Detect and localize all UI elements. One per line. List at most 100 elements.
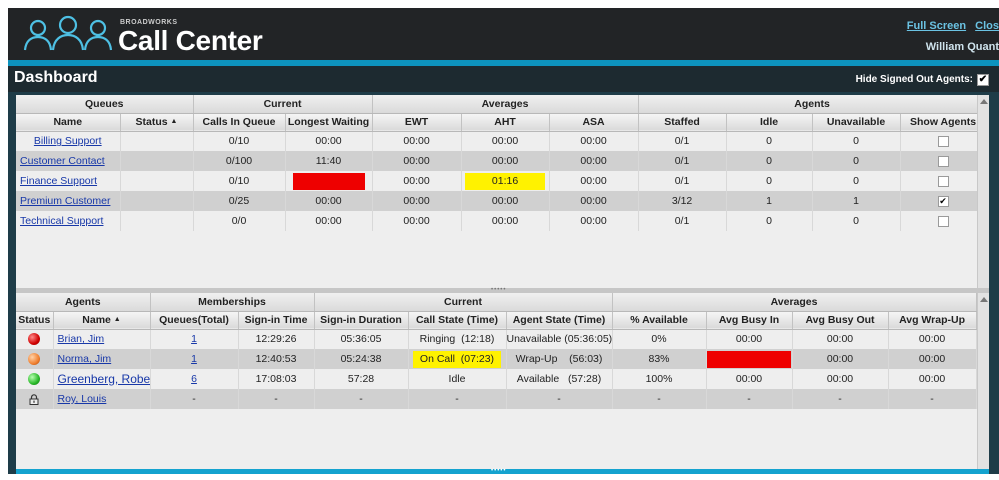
column-header-name[interactable]: Name ▲ <box>53 311 151 330</box>
table-row[interactable]: Greenberg, Robert 6 17:08:03 57:28 Idle … <box>16 369 977 389</box>
hide-signed-out-checkbox[interactable]: ✔ <box>977 74 989 86</box>
agent-state-cell: Wrap-Up (56:03) <box>506 349 613 369</box>
call-state-warning: On Call (07:23) <box>413 350 501 368</box>
column-header-sign-in-duration[interactable]: Sign-in Duration <box>314 311 409 330</box>
queue-link[interactable]: Finance Support <box>20 175 97 187</box>
column-header-longest-waiting[interactable]: Longest Waiting <box>285 113 373 132</box>
column-header-avg-wrap-up[interactable]: Avg Wrap-Up <box>888 311 977 330</box>
call-state-time: (12:18) <box>461 333 495 346</box>
table-row[interactable]: Billing Support 0/10 00:00 00:00 00:00 0… <box>16 131 987 151</box>
table-row[interactable]: Finance Support 0/10 04:10 00:00 01:16 0… <box>16 171 987 191</box>
memberships-group-header: Memberships <box>150 293 315 312</box>
call-state-label: Ringing <box>419 333 456 346</box>
agents-scrollbar[interactable] <box>977 293 989 469</box>
agents-group-header: Agents <box>16 293 151 312</box>
splitter-grip-icon: ••••• <box>491 287 507 293</box>
agent-link[interactable]: Brian, Jim <box>58 333 105 345</box>
calls-in-queue-cell: 0/0 <box>193 211 286 231</box>
aht-cell: 00:00 <box>461 211 550 231</box>
queue-status-cell <box>120 151 194 171</box>
column-header-avg-busy-out[interactable]: Avg Busy Out <box>792 311 889 330</box>
show-agents-checkbox[interactable]: ✔ <box>937 195 949 207</box>
queue-name-cell: Customer Contact <box>16 151 121 171</box>
show-agents-checkbox[interactable] <box>937 215 949 227</box>
column-header-ewt[interactable]: EWT <box>372 113 462 132</box>
bottom-resize-bar[interactable]: ••••• <box>16 468 989 474</box>
agent-state-time: (56:03) <box>569 353 603 365</box>
idle-cell: 0 <box>726 151 813 171</box>
agent-name-cell: Norma, Jim <box>53 349 151 369</box>
current-group-header: Current <box>314 293 613 312</box>
avg-wrap-up-cell: 00:00 <box>888 349 977 369</box>
column-header-name-label: Name <box>82 314 111 326</box>
queue-name-cell: Finance Support <box>16 171 121 191</box>
column-header-aht[interactable]: AHT <box>461 113 550 132</box>
agents-table: Agents Memberships Current Averages Stat… <box>16 293 977 409</box>
table-row[interactable]: Technical Support 0/0 00:00 00:00 00:00 … <box>16 211 987 231</box>
show-agents-checkbox[interactable] <box>937 175 949 187</box>
table-row[interactable]: Premium Customer 0/25 00:00 00:00 00:00 … <box>16 191 987 211</box>
sort-ascending-icon: ▲ <box>170 118 178 125</box>
queue-link[interactable]: Technical Support <box>20 215 103 227</box>
column-header-calls-in-queue[interactable]: Calls In Queue <box>193 113 286 132</box>
column-header-staffed[interactable]: Staffed <box>638 113 727 132</box>
call-center-logo-icon <box>23 15 113 51</box>
asa-cell: 00:00 <box>549 131 639 151</box>
agent-link[interactable]: Norma, Jim <box>58 353 112 365</box>
queue-status-cell <box>120 191 194 211</box>
pct-available-cell: - <box>612 389 707 409</box>
agent-link[interactable]: Greenberg, Robert <box>58 372 150 386</box>
show-agents-cell: ✔ <box>900 191 987 211</box>
table-row[interactable]: Brian, Jim 1 12:29:26 05:36:05 Ringing (… <box>16 329 977 349</box>
show-agents-checkbox[interactable] <box>937 135 949 147</box>
unavailable-cell: 0 <box>812 211 901 231</box>
table-row[interactable]: Roy, Louis - - - - - - - - - <box>16 389 977 409</box>
column-header-name[interactable]: Name <box>16 113 121 132</box>
column-header-call-state[interactable]: Call State (Time) <box>408 311 507 330</box>
ewt-cell: 00:00 <box>372 191 462 211</box>
app-header: BROADWORKS Call Center Full Screen Clos … <box>8 8 999 60</box>
pct-available-cell: 83% <box>612 349 707 369</box>
queues-total-link[interactable]: 1 <box>191 353 197 365</box>
queue-link[interactable]: Customer Contact <box>20 155 105 167</box>
sign-in-duration-cell: 05:36:05 <box>314 329 409 349</box>
column-header-sign-in-time[interactable]: Sign-in Time <box>238 311 315 330</box>
unavailable-cell: 0 <box>812 171 901 191</box>
column-header-agent-state[interactable]: Agent State (Time) <box>506 311 613 330</box>
queue-status-cell <box>120 171 194 191</box>
longest-waiting-alert: 04:10 <box>292 172 365 190</box>
avg-busy-out-cell: 00:00 <box>792 329 889 349</box>
agent-name-cell: Roy, Louis <box>53 389 151 409</box>
queue-link[interactable]: Premium Customer <box>20 195 110 207</box>
show-agents-checkbox[interactable] <box>937 155 949 167</box>
column-header-status[interactable]: Status <box>16 311 54 330</box>
column-header-unavailable[interactable]: Unavailable <box>812 113 901 132</box>
column-header-avg-busy-in[interactable]: Avg Busy In <box>706 311 793 330</box>
scroll-up-arrow-icon[interactable] <box>980 99 988 104</box>
column-header-idle[interactable]: Idle <box>726 113 813 132</box>
table-row[interactable]: Customer Contact 0/100 11:40 00:00 00:00… <box>16 151 987 171</box>
sign-in-time-cell: 12:29:26 <box>238 329 315 349</box>
column-header-pct-available[interactable]: % Available <box>612 311 707 330</box>
sign-in-duration-cell: 57:28 <box>314 369 409 389</box>
scroll-up-arrow-icon[interactable] <box>980 297 988 302</box>
table-row[interactable]: Norma, Jim 1 12:40:53 05:24:38 On Call (… <box>16 349 977 369</box>
agent-state-cell: Available (57:28) <box>506 369 613 389</box>
queues-total-link[interactable]: 1 <box>191 333 197 345</box>
longest-waiting-cell: 00:00 <box>285 191 373 211</box>
queue-link[interactable]: Billing Support <box>34 135 102 147</box>
queue-status-cell <box>120 211 194 231</box>
avg-busy-in-cell: 02:00 <box>706 349 793 369</box>
show-agents-cell <box>900 151 987 171</box>
queues-scrollbar[interactable] <box>977 95 989 288</box>
column-header-status[interactable]: Status ▲ <box>120 113 194 132</box>
full-screen-link[interactable]: Full Screen <box>907 20 966 32</box>
column-header-queues-total[interactable]: Queues(Total) <box>150 311 239 330</box>
column-header-asa[interactable]: ASA <box>549 113 639 132</box>
column-header-show-agents[interactable]: Show Agents <box>900 113 987 132</box>
close-link[interactable]: Clos <box>975 20 999 32</box>
agent-link[interactable]: Roy, Louis <box>58 393 107 405</box>
longest-waiting-cell: 00:00 <box>285 211 373 231</box>
sort-ascending-icon: ▲ <box>113 316 121 323</box>
queues-total-link[interactable]: 6 <box>191 373 197 385</box>
